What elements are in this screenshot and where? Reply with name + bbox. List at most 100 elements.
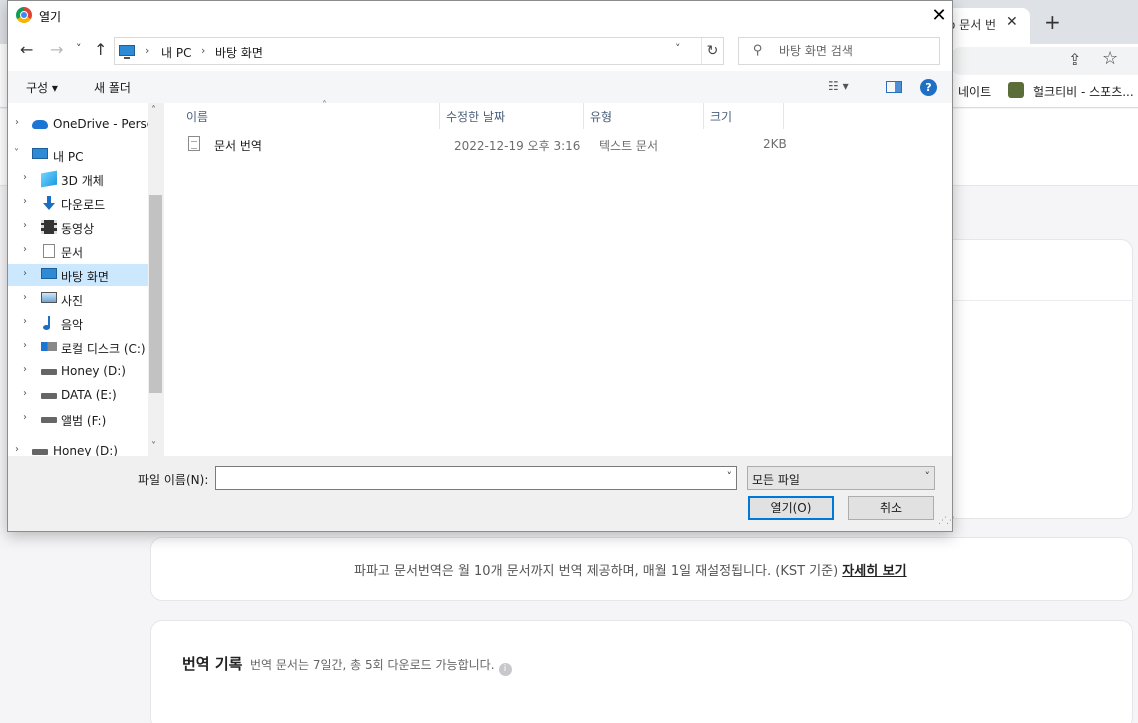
close-icon[interactable]: ✕ xyxy=(928,5,950,27)
tab-close-icon[interactable]: ✕ xyxy=(1006,14,1018,30)
dialog-titlebar[interactable]: 열기 ✕ xyxy=(8,1,952,31)
bookmark-favicon-icon xyxy=(1008,82,1024,98)
navigation-row: ← → ˅ ↑ › 내 PC › 바탕 화면 ˅ ↻ ⚲ xyxy=(8,33,952,69)
chevron-right-icon[interactable]: › xyxy=(145,44,149,57)
filename-input[interactable] xyxy=(220,470,710,486)
chevron-right-icon[interactable]: › xyxy=(23,244,27,255)
tree-item-onedrive[interactable]: › OneDrive - Personal xyxy=(8,113,164,135)
chevron-down-icon[interactable]: ˅ xyxy=(14,148,19,159)
scrollbar-thumb[interactable] xyxy=(149,195,162,393)
notice-text: 파파고 문서번역은 월 10개 문서까지 번역 제공하며, 매월 1일 재설정됩… xyxy=(354,560,907,579)
chevron-right-icon[interactable]: › xyxy=(23,364,27,375)
refresh-icon[interactable]: ↻ xyxy=(701,38,723,64)
resize-grip-icon[interactable]: ⋰⋰ xyxy=(938,516,955,526)
chevron-right-icon[interactable]: › xyxy=(23,172,27,183)
breadcrumb-this-pc[interactable]: 내 PC xyxy=(161,44,191,61)
tree-item-pictures[interactable]: › 사진 xyxy=(8,288,148,310)
details-link[interactable]: 자세히 보기 xyxy=(842,564,906,579)
tree-item-3d-objects[interactable]: › 3D 개체 xyxy=(8,168,148,190)
tree-item-downloads[interactable]: › 다운로드 xyxy=(8,192,148,214)
organize-button[interactable]: 구성 ▾ xyxy=(26,79,58,96)
tree-item-drive-d[interactable]: › Honey (D:) xyxy=(8,360,148,382)
scroll-up-icon[interactable]: ˄ xyxy=(151,105,156,116)
browser-tab-title: o 문서 번 xyxy=(948,18,997,32)
tree-item-network-drive-d[interactable]: › Honey (D:) xyxy=(8,440,148,456)
tree-item-label: 다운로드 xyxy=(61,198,106,212)
text-file-icon xyxy=(188,136,200,151)
column-header-modified[interactable]: 수정한 날짜 xyxy=(440,103,584,129)
sort-ascending-icon: ˄ xyxy=(322,100,327,111)
tree-item-desktop[interactable]: › 바탕 화면 xyxy=(8,264,148,286)
tree-item-label: 사진 xyxy=(61,294,84,308)
download-icon xyxy=(42,196,56,210)
drive-icon xyxy=(41,393,57,399)
drive-icon xyxy=(41,417,57,423)
bookmark-item[interactable]: 네이트 xyxy=(958,83,991,100)
file-row[interactable]: 문서 번역 2022-12-19 오후 3:16 텍스트 문서 2KB xyxy=(184,133,787,155)
tree-item-videos[interactable]: › 동영상 xyxy=(8,216,148,238)
dialog-footer: 파일 이름(N): ˅ 모든 파일 ˅ 열기(O) 취소 ⋰⋰ xyxy=(8,456,955,531)
chevron-right-icon[interactable]: › xyxy=(23,316,27,327)
tree-item-label: 3D 개체 xyxy=(61,174,104,188)
search-icon: ⚲ xyxy=(753,43,763,58)
tree-item-drive-e[interactable]: › DATA (E:) xyxy=(8,384,148,406)
chevron-right-icon[interactable]: › xyxy=(201,44,205,57)
chevron-right-icon[interactable]: › xyxy=(15,117,19,128)
share-icon[interactable]: ⇪ xyxy=(1068,50,1081,69)
bookmark-star-icon[interactable]: ☆ xyxy=(1102,48,1118,69)
help-icon[interactable]: ? xyxy=(920,79,937,96)
view-options-icon[interactable]: ☷ ▾ xyxy=(828,79,849,93)
tree-item-local-disk-c[interactable]: › 로컬 디스크 (C:) xyxy=(8,336,148,358)
tree-item-label: 바탕 화면 xyxy=(61,270,109,284)
filetype-value: 모든 파일 xyxy=(752,473,800,487)
column-header-type[interactable]: 유형 xyxy=(584,103,704,129)
preview-pane-icon[interactable] xyxy=(886,81,902,93)
open-button[interactable]: 열기(O) xyxy=(748,496,834,520)
search-box[interactable]: ⚲ xyxy=(738,37,940,65)
chevron-right-icon[interactable]: › xyxy=(23,388,27,399)
filename-label: 파일 이름(N): xyxy=(138,473,209,487)
search-input[interactable] xyxy=(779,43,929,59)
scroll-down-icon[interactable]: ˅ xyxy=(151,441,156,452)
address-bar[interactable]: › 내 PC › 바탕 화면 ˅ ↻ xyxy=(114,37,724,65)
chevron-right-icon[interactable]: › xyxy=(23,196,27,207)
chevron-right-icon[interactable]: › xyxy=(23,292,27,303)
chevron-right-icon[interactable]: › xyxy=(23,340,27,351)
chevron-right-icon[interactable]: › xyxy=(15,444,19,455)
info-icon[interactable]: i xyxy=(498,663,512,676)
file-modified: 2022-12-19 오후 3:16 xyxy=(454,139,581,153)
chevron-down-icon[interactable]: ˅ xyxy=(727,470,733,483)
file-list: ˄ 이름 수정한 날짜 유형 크기 문서 번역 2022-12-19 오후 3:… xyxy=(164,100,952,456)
tree-item-drive-f[interactable]: › 앨범 (F:) xyxy=(8,408,148,430)
tree-item-music[interactable]: › 음악 xyxy=(8,312,148,334)
filetype-select[interactable]: 모든 파일 ˅ xyxy=(747,466,935,490)
tree-item-documents[interactable]: › 문서 xyxy=(8,240,148,262)
tree-item-label: DATA (E:) xyxy=(61,388,117,402)
bookmark-item[interactable]: 헐크티비 - 스포츠... xyxy=(1033,83,1134,100)
history-title: 번역 기록 xyxy=(182,655,243,673)
column-header-size[interactable]: 크기 xyxy=(704,103,784,129)
cancel-button[interactable]: 취소 xyxy=(848,496,934,520)
document-icon xyxy=(43,244,55,258)
up-arrow-icon[interactable]: ↑ xyxy=(94,40,107,59)
chevron-down-icon[interactable]: ˅ xyxy=(925,470,931,483)
tree-item-label: 동영상 xyxy=(61,222,95,236)
chevron-right-icon[interactable]: › xyxy=(23,412,27,423)
new-folder-button[interactable]: 새 폴더 xyxy=(94,79,131,96)
new-tab-icon[interactable]: + xyxy=(1044,10,1061,34)
chevron-right-icon[interactable]: › xyxy=(23,268,27,279)
column-header-label: 수정한 날짜 xyxy=(446,110,506,124)
back-arrow-icon[interactable]: ← xyxy=(20,40,33,59)
drive-icon xyxy=(41,369,57,375)
navigation-scrollbar[interactable]: ˄ ˅ xyxy=(148,103,164,456)
column-header-name[interactable]: ˄ 이름 xyxy=(180,100,440,129)
chevron-right-icon[interactable]: › xyxy=(23,220,27,231)
filename-combobox[interactable]: ˅ xyxy=(215,466,737,490)
tree-item-label: Honey (D:) xyxy=(53,444,118,456)
forward-arrow-icon[interactable]: → xyxy=(50,40,63,59)
recent-locations-icon[interactable]: ˅ xyxy=(76,42,82,55)
chevron-down-icon[interactable]: ˅ xyxy=(675,42,681,55)
breadcrumb-desktop[interactable]: 바탕 화면 xyxy=(215,44,263,61)
tree-item-this-pc[interactable]: ˅ 내 PC xyxy=(8,144,148,166)
file-type: 텍스트 문서 xyxy=(599,139,659,153)
